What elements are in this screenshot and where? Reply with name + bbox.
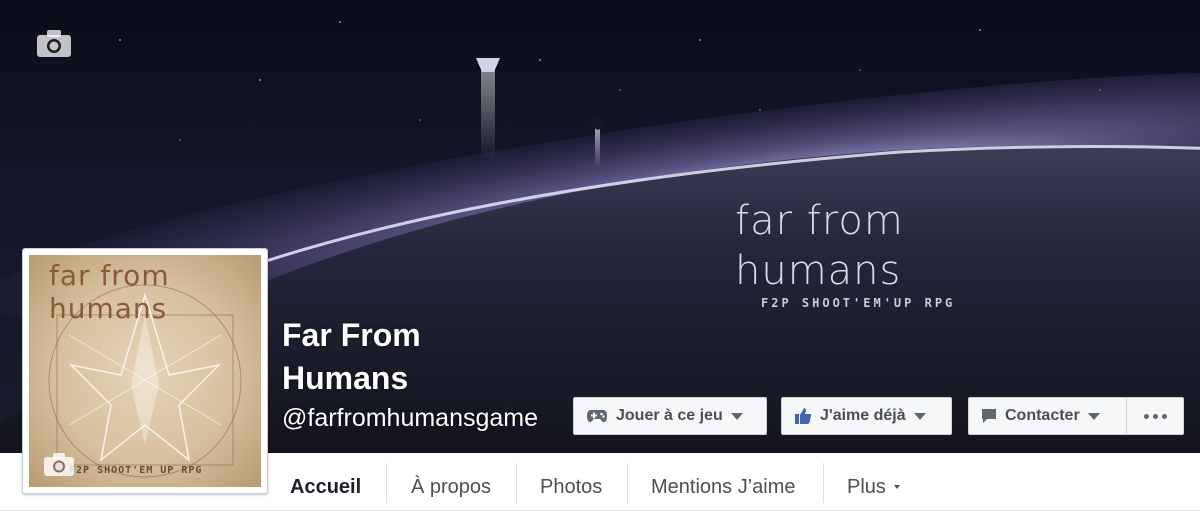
play-game-label: Jouer à ce jeu — [616, 407, 723, 424]
tab-home[interactable]: Accueil — [290, 463, 361, 511]
like-button[interactable]: J'aime déjà — [781, 397, 952, 435]
tab-more[interactable]: Plus — [847, 463, 900, 511]
tab-about[interactable]: À propos — [411, 463, 491, 511]
tab-label: Accueil — [290, 475, 362, 498]
thumbs-up-icon — [794, 407, 812, 425]
facebook-page: far from humans F2P SHOOT'EM'UP RPG far … — [0, 0, 1200, 511]
like-label: J'aime déjà — [820, 407, 906, 424]
page-title[interactable]: Far From Humans — [282, 314, 542, 400]
ellipsis-icon — [1143, 413, 1167, 419]
chevron-down-icon — [913, 412, 926, 420]
tab-label: Photos — [540, 475, 603, 498]
nav-divider — [627, 463, 628, 503]
message-icon — [981, 408, 997, 424]
page-username[interactable]: @farfromhumansgame — [282, 404, 538, 433]
cover-logo-tagline: F2P SHOOT'EM'UP RPG — [761, 296, 956, 310]
play-game-button[interactable]: Jouer à ce jeu — [573, 397, 767, 435]
contact-label: Contacter — [1005, 407, 1080, 424]
tab-label: Plus — [847, 475, 886, 498]
nav-divider — [386, 463, 387, 503]
cover-logo: far from humans F2P SHOOT'EM'UP RPG — [735, 196, 985, 310]
profile-logo-tagline: F2P SHOOT'EM UP RPG — [69, 465, 203, 476]
nav-divider — [516, 463, 517, 503]
gamepad-icon — [586, 408, 608, 424]
camera-icon[interactable] — [43, 451, 75, 477]
tab-photos[interactable]: Photos — [540, 463, 602, 511]
tab-label: Mentions J’aime — [651, 475, 796, 498]
tab-label: À propos — [411, 475, 492, 498]
contact-button[interactable]: Contacter — [968, 397, 1127, 435]
profile-logo-wordmark: far from humans — [49, 259, 170, 325]
tab-likes[interactable]: Mentions J’aime — [651, 463, 796, 511]
camera-icon[interactable] — [36, 28, 72, 58]
profile-picture[interactable]: far from humans F2P SHOOT'EM UP RPG — [22, 248, 268, 494]
chevron-down-icon — [1087, 412, 1100, 420]
nav-divider — [823, 463, 824, 503]
caret-down-icon — [893, 485, 900, 489]
profile-artwork: far from humans F2P SHOOT'EM UP RPG — [29, 255, 261, 487]
chevron-down-icon — [730, 412, 743, 420]
cover-logo-wordmark: far from humans — [735, 198, 904, 294]
more-options-button[interactable] — [1126, 397, 1184, 435]
